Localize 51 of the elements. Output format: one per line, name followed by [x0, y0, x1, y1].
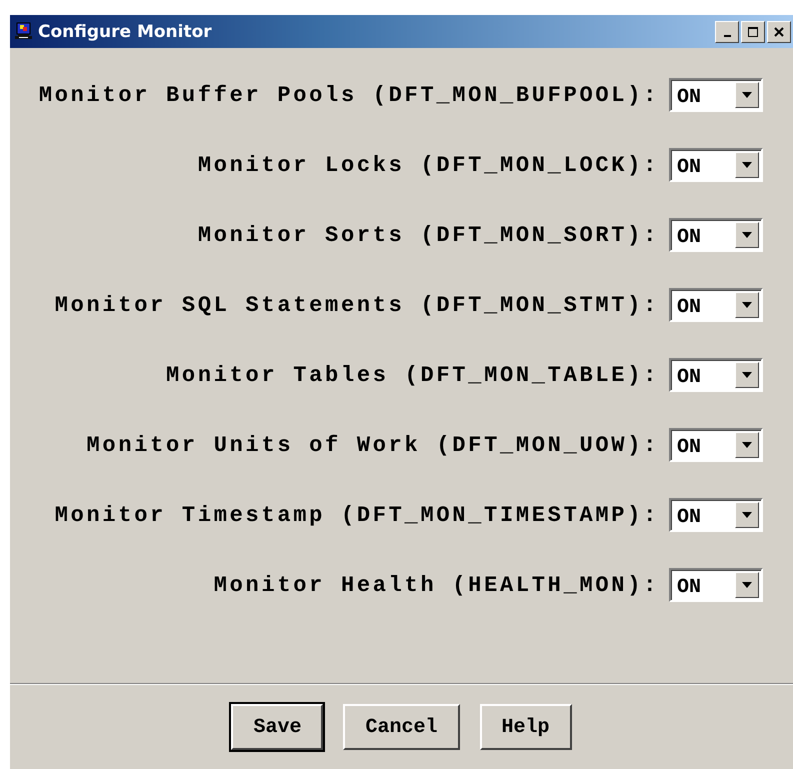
dropdown-value: ON [676, 506, 702, 528]
caret-icon [742, 232, 752, 238]
dialog-button[interactable]: Help [480, 704, 572, 750]
dialog-button[interactable]: Cancel [343, 704, 460, 750]
dropdown-arrow-button[interactable] [735, 362, 759, 388]
setting-label: Monitor Locks (DFT_MON_LOCK): [198, 152, 659, 178]
caret-icon [742, 582, 752, 588]
dialog-button[interactable]: Save [231, 704, 324, 750]
caret-icon [742, 442, 752, 448]
setting-label: Monitor Timestamp (DFT_MON_TIMESTAMP): [54, 502, 659, 528]
dropdown-arrow-button[interactable] [735, 572, 759, 598]
caret-icon [742, 302, 752, 308]
setting-label: Monitor Tables (DFT_MON_TABLE): [166, 362, 659, 388]
dropdown-arrow-button[interactable] [735, 432, 759, 458]
dropdown-value: ON [676, 296, 702, 318]
close-button[interactable] [767, 20, 791, 42]
caret-icon [742, 92, 752, 98]
dropdown[interactable]: ON [669, 498, 763, 532]
dropdown-value: ON [676, 436, 702, 458]
close-icon [773, 26, 785, 36]
computer-icon [14, 22, 34, 42]
setting-label: Monitor Units of Work (DFT_MON_UOW): [86, 432, 659, 458]
dropdown[interactable]: ON [669, 148, 763, 182]
setting-label: Monitor Sorts (DFT_MON_SORT): [198, 222, 659, 248]
dropdown-arrow-button[interactable] [735, 502, 759, 528]
maximize-button[interactable] [741, 20, 765, 42]
dropdown[interactable]: ON [669, 358, 763, 392]
dropdown-value: ON [676, 156, 702, 178]
caret-icon [742, 162, 752, 168]
dropdown[interactable]: ON [669, 218, 763, 252]
setting-label: Monitor Health (HEALTH_MON): [214, 572, 659, 598]
dropdown-arrow-button[interactable] [735, 152, 759, 178]
dropdown-arrow-button[interactable] [735, 82, 759, 108]
minimize-icon [724, 34, 730, 36]
setting-label: Monitor Buffer Pools (DFT_MON_BUFPOOL): [38, 82, 659, 108]
dropdown-arrow-button[interactable] [735, 222, 759, 248]
dropdown-value: ON [676, 366, 702, 388]
window-title: Configure Monitor [38, 22, 213, 42]
dropdown[interactable]: ON [669, 78, 763, 112]
caret-icon [742, 372, 752, 378]
dropdown-value: ON [676, 226, 702, 248]
caret-icon [742, 512, 752, 518]
dropdown[interactable]: ON [669, 428, 763, 462]
maximize-icon [747, 26, 759, 36]
setting-label: Monitor SQL Statements (DFT_MON_STMT): [54, 292, 659, 318]
dropdown-arrow-button[interactable] [735, 292, 759, 318]
dropdown-value: ON [676, 576, 702, 598]
minimize-button[interactable] [715, 20, 739, 42]
dropdown[interactable]: ON [669, 288, 763, 322]
dropdown-value: ON [676, 86, 702, 108]
dropdown[interactable]: ON [669, 568, 763, 602]
